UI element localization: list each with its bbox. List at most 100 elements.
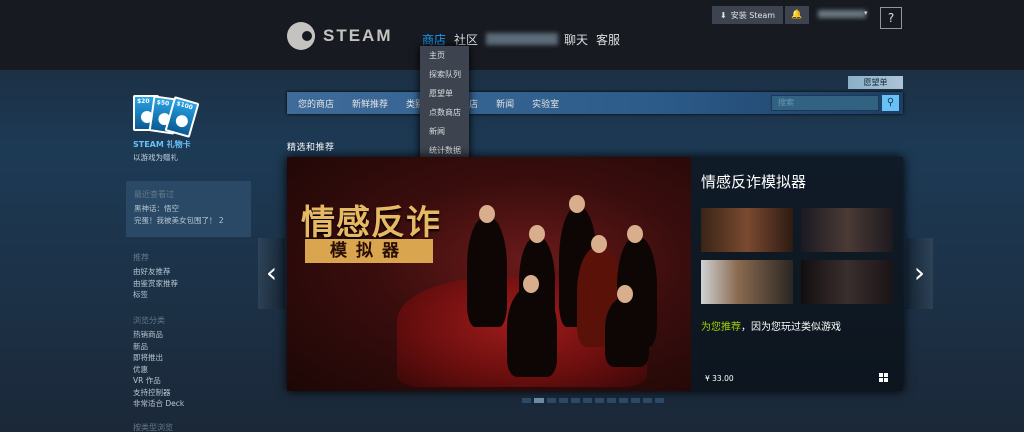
- recommend-reason-highlight: 为您推荐: [701, 322, 741, 333]
- hero-figure-head: [617, 285, 633, 303]
- sidebar-item-curators[interactable]: 由鉴赏家推荐: [133, 278, 178, 290]
- nav-username-blurred[interactable]: [486, 33, 559, 45]
- hero-figure-head: [479, 205, 495, 223]
- tab-news[interactable]: 新闻: [487, 97, 523, 110]
- menu-item-news[interactable]: 新闻: [420, 126, 469, 145]
- logo-text: STEAM: [323, 26, 393, 45]
- hero-figure-head: [627, 225, 643, 243]
- carousel-next-button[interactable]: ›: [906, 238, 933, 309]
- carousel-dot[interactable]: [583, 398, 592, 403]
- hero-figure-head: [569, 195, 585, 213]
- recommend-section: 推荐 由好友推荐 由鉴赏家推荐 标签: [133, 252, 178, 301]
- tab-new-noteworthy[interactable]: 新鲜推荐: [343, 97, 397, 110]
- featured-carousel[interactable]: 情感反诈 模拟器 情感反诈模拟器 为您推荐，因为您玩过类似游戏 ¥ 33.00: [287, 157, 903, 391]
- steam-logo[interactable]: STEAM: [287, 22, 393, 50]
- hero-figure-head: [523, 275, 539, 293]
- nav-support[interactable]: 客服: [596, 31, 620, 52]
- chevron-right-icon: ›: [913, 256, 926, 289]
- featured-heading: 精选和推荐: [287, 143, 335, 153]
- browse-heading: 浏览分类: [133, 316, 165, 325]
- screenshot-thumb[interactable]: [801, 208, 893, 252]
- account-name-blurred[interactable]: [818, 10, 866, 18]
- recommend-heading: 推荐: [133, 253, 149, 262]
- hero-figure: [605, 297, 649, 367]
- install-label: 安装 Steam: [730, 10, 776, 20]
- carousel-dot[interactable]: [559, 398, 568, 403]
- nav-chat[interactable]: 聊天: [564, 31, 588, 52]
- giftcard-subtitle: 以游戏为赠礼: [133, 153, 178, 162]
- recommend-reason-text: ，因为您玩过类似游戏: [741, 322, 841, 333]
- recently-viewed-panel: 最近查看过 黑神话：悟空 完蛋！我被美女包围了！ 2: [126, 181, 251, 237]
- hero-capsule-image[interactable]: 情感反诈 模拟器: [287, 157, 691, 391]
- platform-icons: [879, 373, 891, 382]
- wishlist-button[interactable]: 愿望单: [848, 76, 903, 89]
- carousel-dot[interactable]: [522, 398, 531, 403]
- capsule-info-panel[interactable]: 情感反诈模拟器 为您推荐，因为您玩过类似游戏 ¥ 33.00: [691, 157, 903, 391]
- carousel-dot[interactable]: [619, 398, 628, 403]
- carousel-dot[interactable]: [607, 398, 616, 403]
- tab-your-store[interactable]: 您的商店: [287, 97, 343, 110]
- hero-figure: [507, 287, 557, 377]
- recommend-reason: 为您推荐，因为您玩过类似游戏: [701, 318, 893, 333]
- sidebar-item-top-sellers[interactable]: 热销商品: [133, 329, 184, 341]
- carousel-pagination: [522, 398, 664, 403]
- recent-item[interactable]: 完蛋！我被美女包围了！ 2: [134, 215, 243, 227]
- search-icon[interactable]: ⚲: [882, 95, 899, 111]
- global-header: STEAM 商店 社区 聊天 客服 ⬇ 安装 Steam 🔔 ▾ ?: [0, 0, 1024, 70]
- search-input[interactable]: 搜索: [771, 95, 879, 111]
- browse-by-type-section: 按类型浏览: [133, 422, 173, 432]
- screenshot-thumb[interactable]: [701, 260, 793, 304]
- sidebar-item-tags[interactable]: 标签: [133, 289, 178, 301]
- menu-item-discovery-queue[interactable]: 探索队列: [420, 69, 469, 88]
- giftcard-amount: $50: [156, 98, 170, 108]
- carousel-dot[interactable]: [571, 398, 580, 403]
- sidebar-item-deck[interactable]: 非常适合 Deck: [133, 398, 184, 410]
- notification-bell-icon[interactable]: 🔔: [785, 6, 809, 24]
- store-nav-bar: 您的商店 新鲜推荐 类别 点数商店 新闻 实验室 搜索 ⚲: [287, 92, 903, 114]
- carousel-dot[interactable]: [655, 398, 664, 403]
- download-icon: ⬇: [720, 10, 727, 20]
- sidebar-item-new[interactable]: 新品: [133, 341, 184, 353]
- sidebar-item-upcoming[interactable]: 即将推出: [133, 352, 184, 364]
- steam-logo-icon: [287, 22, 315, 50]
- browse-by-type-heading: 按类型浏览: [133, 423, 173, 432]
- menu-item-home[interactable]: 主页: [420, 50, 469, 69]
- game-title[interactable]: 情感反诈模拟器: [701, 171, 893, 192]
- carousel-dot[interactable]: [631, 398, 640, 403]
- tab-labs[interactable]: 实验室: [523, 97, 568, 110]
- hero-figure-head: [591, 235, 607, 253]
- sidebar-item-vr[interactable]: VR 作品: [133, 375, 184, 387]
- menu-item-points-shop[interactable]: 点数商店: [420, 107, 469, 126]
- carousel-dot[interactable]: [547, 398, 556, 403]
- steam-logo-icon: [174, 113, 190, 129]
- hero-figure-head: [529, 225, 545, 243]
- carousel-dot[interactable]: [534, 398, 544, 403]
- recent-heading: 最近查看过: [134, 190, 174, 199]
- carousel-dot[interactable]: [595, 398, 604, 403]
- screenshot-thumb[interactable]: [801, 260, 893, 304]
- hero-game-subtitle: 模拟器: [305, 239, 433, 263]
- giftcard-amount: $100: [175, 100, 194, 112]
- price-label: ¥ 33.00: [705, 374, 734, 383]
- screenshot-grid: [701, 208, 893, 304]
- browse-section: 浏览分类 热销商品 新品 即将推出 优惠 VR 作品 支持控制器 非常适合 De…: [133, 315, 184, 410]
- giftcard-amount: $20: [137, 98, 150, 105]
- help-button[interactable]: ?: [880, 7, 902, 29]
- recent-item[interactable]: 黑神话：悟空: [134, 203, 243, 215]
- carousel-prev-button[interactable]: ‹: [258, 238, 285, 309]
- menu-item-wishlist[interactable]: 愿望单: [420, 88, 469, 107]
- giftcard-title[interactable]: STEAM 礼物卡: [133, 139, 251, 150]
- windows-icon: [879, 373, 888, 382]
- hero-game-title: 情感反诈: [301, 203, 441, 243]
- chevron-left-icon: ‹: [265, 256, 278, 289]
- hero-figure: [467, 217, 507, 327]
- sidebar-giftcard[interactable]: $20 $50 $100 STEAM 礼物卡 以游戏为赠礼: [133, 93, 251, 163]
- sidebar-item-friends[interactable]: 由好友推荐: [133, 266, 178, 278]
- sidebar-item-controller[interactable]: 支持控制器: [133, 387, 184, 399]
- carousel-dot[interactable]: [643, 398, 652, 403]
- account-caret-icon[interactable]: ▾: [864, 9, 868, 17]
- sidebar-item-specials[interactable]: 优惠: [133, 364, 184, 376]
- giftcard-image[interactable]: $20 $50 $100: [133, 93, 251, 139]
- screenshot-thumb[interactable]: [701, 208, 793, 252]
- install-steam-button[interactable]: ⬇ 安装 Steam: [712, 6, 784, 24]
